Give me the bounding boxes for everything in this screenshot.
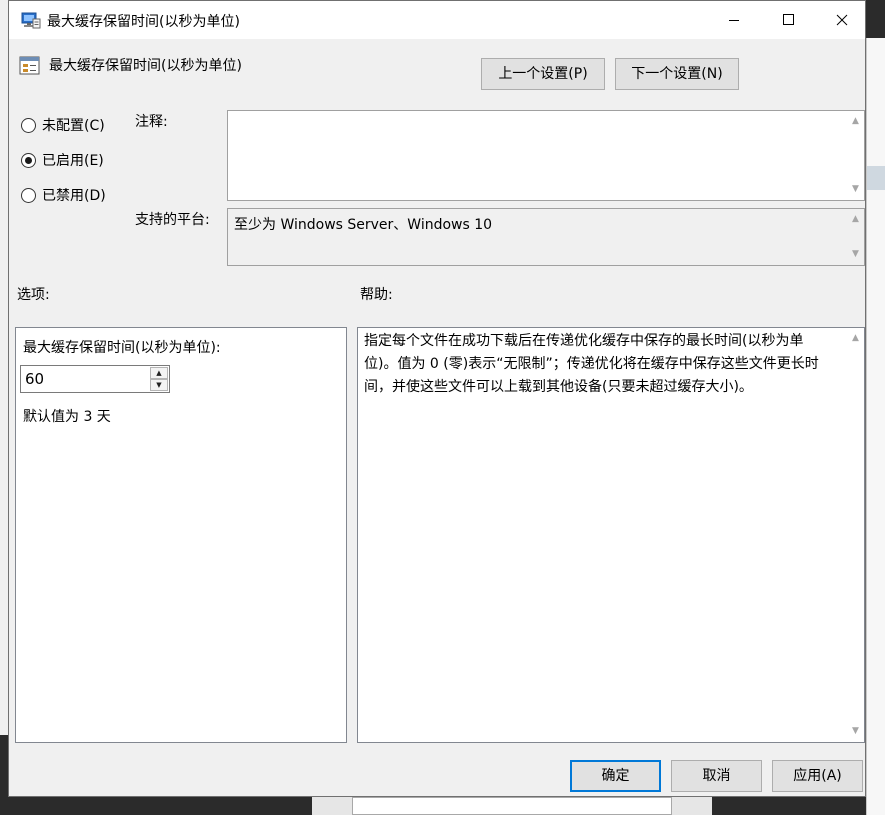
policy-setting-dialog: 最大缓存保留时间(以秒为单位) 最大缓存保留时间(以秒为单位) 上一个设置(P)… bbox=[8, 0, 866, 797]
policy-setting-icon bbox=[19, 56, 40, 75]
cache-age-spinner[interactable]: 60 ▲ ▼ bbox=[20, 365, 170, 393]
comment-scrollbar[interactable]: ▲ ▼ bbox=[847, 111, 864, 200]
spinner-down-icon[interactable]: ▼ bbox=[150, 379, 168, 391]
spinner-arrows: ▲ ▼ bbox=[150, 367, 168, 391]
help-text: 指定每个文件在成功下载后在传递优化缓存中保存的最长时间(以秒为单位)。值为 0 … bbox=[364, 333, 819, 395]
help-label: 帮助: bbox=[360, 287, 393, 303]
background-window-bottom bbox=[312, 797, 712, 815]
background-window-right bbox=[866, 38, 885, 815]
scroll-up-icon[interactable]: ▲ bbox=[847, 113, 864, 130]
radio-enabled[interactable]: 已启用(E) bbox=[21, 149, 104, 171]
help-scrollbar[interactable]: ▲ ▼ bbox=[847, 328, 864, 742]
scroll-down-icon[interactable]: ▼ bbox=[847, 181, 864, 198]
minimize-button[interactable] bbox=[711, 1, 757, 39]
spinner-up-icon[interactable]: ▲ bbox=[150, 367, 168, 379]
apply-button[interactable]: 应用(A) bbox=[772, 760, 863, 792]
scroll-down-icon[interactable]: ▼ bbox=[847, 246, 864, 263]
radio-circle bbox=[21, 117, 36, 133]
radio-circle bbox=[21, 187, 36, 203]
scroll-down-icon[interactable]: ▼ bbox=[847, 723, 864, 740]
radio-label: 未配置(C) bbox=[42, 118, 105, 134]
window-title: 最大缓存保留时间(以秒为单位) bbox=[47, 14, 240, 30]
platform-label: 支持的平台: bbox=[135, 212, 210, 228]
close-button[interactable] bbox=[819, 1, 865, 39]
radio-not-configured[interactable]: 未配置(C) bbox=[21, 114, 105, 136]
setting-title: 最大缓存保留时间(以秒为单位) bbox=[49, 58, 242, 74]
radio-disabled[interactable]: 已禁用(D) bbox=[21, 184, 106, 206]
platform-value: 至少为 Windows Server、Windows 10 bbox=[234, 217, 493, 233]
previous-setting-button[interactable]: 上一个设置(P) bbox=[481, 58, 605, 90]
maximize-icon bbox=[783, 14, 794, 25]
background-selection-band bbox=[867, 166, 885, 190]
radio-circle-selected bbox=[21, 152, 36, 168]
cancel-button[interactable]: 取消 bbox=[671, 760, 762, 792]
title-bar[interactable]: 最大缓存保留时间(以秒为单位) bbox=[9, 1, 865, 39]
ok-button[interactable]: 确定 bbox=[570, 760, 661, 792]
radio-label: 已禁用(D) bbox=[42, 188, 106, 204]
next-setting-button[interactable]: 下一个设置(N) bbox=[615, 58, 739, 90]
close-icon bbox=[836, 14, 848, 26]
background-panel bbox=[352, 797, 672, 815]
comment-textarea[interactable]: ▲ ▼ bbox=[227, 110, 865, 201]
cache-age-input[interactable]: 60 bbox=[25, 370, 44, 388]
scroll-up-icon[interactable]: ▲ bbox=[847, 211, 864, 228]
radio-label: 已启用(E) bbox=[42, 153, 104, 169]
options-label: 选项: bbox=[17, 287, 50, 303]
scroll-up-icon[interactable]: ▲ bbox=[847, 330, 864, 347]
maximize-button[interactable] bbox=[765, 1, 811, 39]
help-panel: 指定每个文件在成功下载后在传递优化缓存中保存的最长时间(以秒为单位)。值为 0 … bbox=[357, 327, 865, 743]
cache-age-label: 最大缓存保留时间(以秒为单位): bbox=[23, 340, 221, 356]
platform-scrollbar[interactable]: ▲ ▼ bbox=[847, 209, 864, 265]
group-policy-icon bbox=[21, 12, 41, 29]
minimize-icon bbox=[729, 20, 739, 21]
platform-field: 至少为 Windows Server、Windows 10 ▲ ▼ bbox=[227, 208, 865, 266]
comment-label: 注释: bbox=[135, 114, 168, 130]
default-value-note: 默认值为 3 天 bbox=[23, 409, 111, 425]
